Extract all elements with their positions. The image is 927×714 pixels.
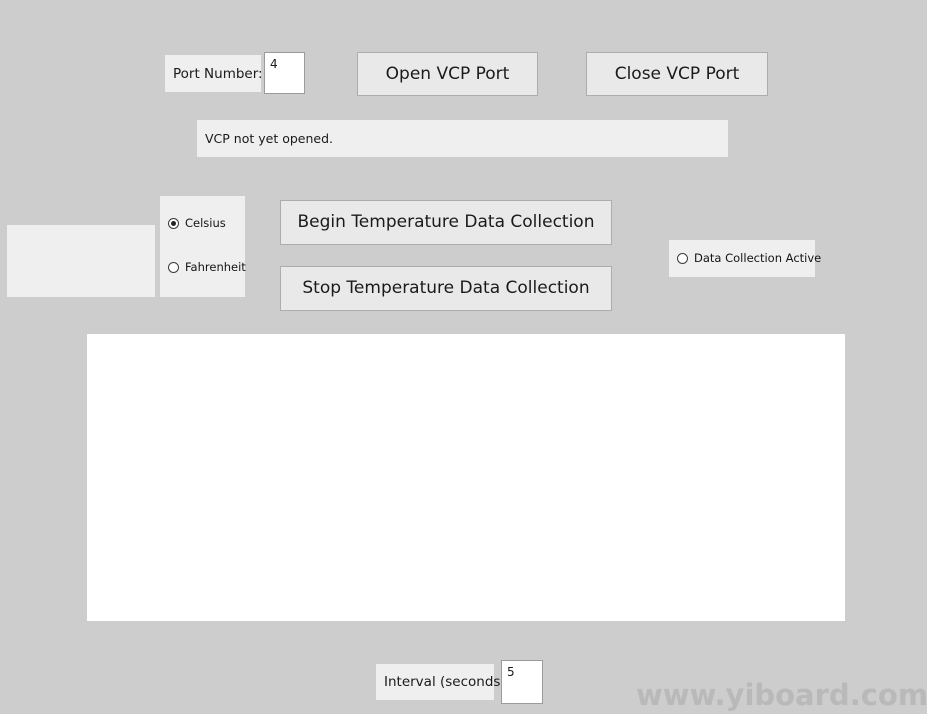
site-watermark: www.yiboard.com — [636, 678, 927, 712]
radio-fahrenheit[interactable]: Fahrenheit — [168, 260, 246, 274]
data-collection-active-panel: Data Collection Active — [669, 240, 821, 277]
begin-temperature-data-collection-button[interactable]: Begin Temperature Data Collection — [280, 200, 612, 245]
radio-fahrenheit-label: Fahrenheit — [185, 260, 246, 274]
interval-seconds-input[interactable]: 5 — [501, 660, 543, 704]
radio-fahrenheit-icon — [168, 261, 179, 273]
interval-seconds-label: Interval (seconds): — [376, 664, 510, 700]
data-collection-active-label: Data Collection Active — [694, 251, 822, 265]
app-window: Port Number: 4 Open VCP Port Close VCP P… — [0, 0, 927, 714]
unit-radio-group: Celsius Fahrenheit — [160, 196, 246, 297]
radio-celsius[interactable]: Celsius — [168, 216, 226, 230]
port-number-label: Port Number: — [165, 55, 263, 92]
data-collection-active-indicator[interactable]: Data Collection Active — [677, 251, 821, 265]
close-vcp-port-button[interactable]: Close VCP Port — [586, 52, 768, 96]
status-message: VCP not yet opened. — [197, 120, 728, 157]
temperature-display-panel — [7, 225, 155, 297]
radio-celsius-icon — [168, 217, 179, 229]
stop-temperature-data-collection-button[interactable]: Stop Temperature Data Collection — [280, 266, 612, 311]
port-number-input[interactable]: 4 — [264, 52, 305, 94]
data-log-textarea[interactable] — [87, 334, 845, 621]
open-vcp-port-button[interactable]: Open VCP Port — [357, 52, 538, 96]
data-collection-active-radio-icon — [677, 252, 688, 264]
radio-celsius-label: Celsius — [185, 216, 226, 230]
